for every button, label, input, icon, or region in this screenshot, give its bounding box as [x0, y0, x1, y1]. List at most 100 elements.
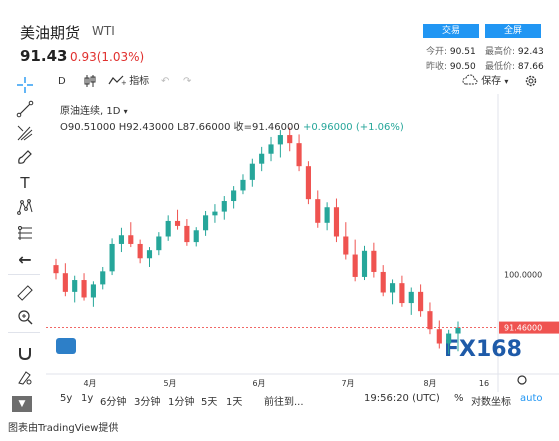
- candle-body: [184, 225, 190, 243]
- instrument-title: 美油期货: [20, 24, 81, 42]
- candle-body: [156, 236, 162, 251]
- chart-legend-title: 原油连续, 1D ▾: [60, 106, 128, 117]
- chart-settings-icon[interactable]: [517, 375, 527, 385]
- candle-body: [53, 265, 59, 274]
- trend-line-icon[interactable]: [16, 100, 34, 118]
- toolbar-divider: [8, 332, 40, 333]
- x-tick-label: 7月: [341, 379, 354, 388]
- candle-body: [90, 284, 96, 298]
- candles-icon[interactable]: [84, 74, 96, 91]
- fullscreen-button[interactable]: 全屏: [485, 24, 541, 38]
- log-scale-toggle[interactable]: 对数坐标: [471, 393, 511, 408]
- candle-body: [333, 207, 340, 237]
- last-price: 91.43: [20, 47, 68, 65]
- candle-body: [455, 327, 461, 334]
- candle-body: [427, 311, 433, 330]
- tradingview-credit[interactable]: 图表由TradingView提供: [8, 419, 118, 434]
- candle-body: [81, 280, 87, 298]
- svg-text:+: +: [121, 79, 126, 86]
- candle-body: [268, 144, 274, 154]
- candle-body: [399, 283, 405, 304]
- candle-body: [446, 333, 452, 344]
- indicators-button[interactable]: + 指标: [108, 74, 149, 89]
- back-arrow-icon[interactable]: ←: [16, 250, 34, 269]
- candle-body: [203, 215, 209, 231]
- logo-icon: [56, 338, 76, 354]
- chevron-down-icon[interactable]: ▾: [124, 107, 128, 116]
- x-tick-label: 8月: [423, 379, 436, 388]
- candle-body: [389, 283, 396, 293]
- collapse-toolbar-button[interactable]: ▼: [12, 396, 32, 412]
- percent-toggle[interactable]: %: [454, 393, 464, 404]
- candle-body: [100, 271, 106, 285]
- pattern-icon[interactable]: [16, 198, 34, 216]
- candle-body: [165, 220, 171, 237]
- lock-draw-icon[interactable]: [16, 368, 34, 386]
- undo-icon[interactable]: ↶: [161, 76, 169, 87]
- candle-body: [221, 201, 227, 212]
- candle-body: [296, 143, 302, 167]
- instrument-symbol: WTI: [92, 24, 115, 38]
- save-button[interactable]: 保存 ▾: [462, 74, 508, 89]
- chevron-down-icon[interactable]: ▾: [504, 77, 508, 86]
- candle-body: [305, 166, 311, 200]
- candle-body: [259, 153, 265, 164]
- redo-icon[interactable]: ↷: [183, 76, 191, 87]
- settings-icon[interactable]: [524, 74, 538, 91]
- crosshair-icon[interactable]: [16, 76, 34, 94]
- goto-date-button[interactable]: 前往到...: [264, 393, 304, 408]
- range-5d[interactable]: 5天: [201, 393, 217, 408]
- price-change: 0.93(1.03%): [70, 50, 145, 64]
- range-6min[interactable]: 6分钟: [100, 393, 126, 408]
- chart-legend-ohlc: O90.51000 H92.43000 L87.66000 收=91.46000…: [60, 122, 404, 133]
- stat-low: 最低价: 87.66: [485, 62, 544, 72]
- candle-body: [72, 280, 78, 292]
- bottom-bar: 5y 1y 6分钟 3分钟 1分钟 5天 1天 前往到... 19:56:20 …: [46, 392, 559, 408]
- projection-icon[interactable]: [16, 224, 34, 242]
- candle-body: [212, 211, 218, 216]
- candle-body: [324, 207, 330, 223]
- fx168-watermark: FX168: [444, 337, 522, 362]
- indicators-icon: +: [108, 75, 127, 87]
- candle-body: [361, 250, 368, 277]
- range-3min[interactable]: 3分钟: [134, 393, 160, 408]
- candle-body: [418, 291, 424, 312]
- trade-button[interactable]: 交易: [423, 24, 479, 38]
- brush-icon[interactable]: [16, 148, 34, 166]
- candle-body: [137, 243, 143, 259]
- candle-body: [62, 273, 68, 292]
- stat-open: 今开: 90.51: [426, 47, 476, 57]
- auto-scale-toggle[interactable]: auto: [520, 393, 543, 404]
- x-tick-label: 4月: [83, 379, 96, 388]
- price-chart[interactable]: FX168 100.0000 91.46000 4月 5月 6月 7月 8月 16: [46, 94, 559, 392]
- interval-button[interactable]: D: [58, 76, 66, 87]
- candle-body: [193, 230, 199, 243]
- last-price-label: 91.46000: [504, 324, 542, 333]
- candle-body: [240, 179, 246, 191]
- y-tick-label: 100.0000: [504, 270, 542, 279]
- cloud-save-icon: [462, 74, 478, 85]
- candle-body: [315, 199, 321, 223]
- stat-prev-close: 昨收: 90.50: [426, 62, 476, 72]
- clock-time[interactable]: 19:56:20 (UTC): [364, 393, 440, 404]
- candle-body: [436, 329, 442, 344]
- quote-header: 美油期货 WTI 91.43 0.93(1.03%) 交易 全屏 今开: 90.…: [0, 0, 559, 72]
- range-1min[interactable]: 1分钟: [168, 393, 194, 408]
- candle-body: [380, 271, 386, 293]
- stat-high: 最高价: 92.43: [485, 47, 544, 57]
- zoom-in-icon[interactable]: [16, 308, 34, 326]
- candle-body: [118, 235, 125, 244]
- drawing-toolbar: T ←: [0, 72, 46, 422]
- ruler-icon[interactable]: [16, 284, 34, 302]
- range-5y[interactable]: 5y: [60, 393, 72, 404]
- candle-body: [352, 254, 358, 277]
- candle-body: [146, 250, 153, 259]
- fib-icon[interactable]: [16, 124, 34, 142]
- chart-toolbar: D + 指标 ↶ ↷ 保存 ▾: [0, 72, 559, 94]
- text-icon[interactable]: T: [16, 174, 34, 192]
- candle-body: [287, 135, 293, 144]
- range-1y[interactable]: 1y: [81, 393, 93, 404]
- range-1d[interactable]: 1天: [226, 393, 242, 408]
- candle-body: [408, 291, 414, 304]
- magnet-icon[interactable]: [16, 344, 34, 362]
